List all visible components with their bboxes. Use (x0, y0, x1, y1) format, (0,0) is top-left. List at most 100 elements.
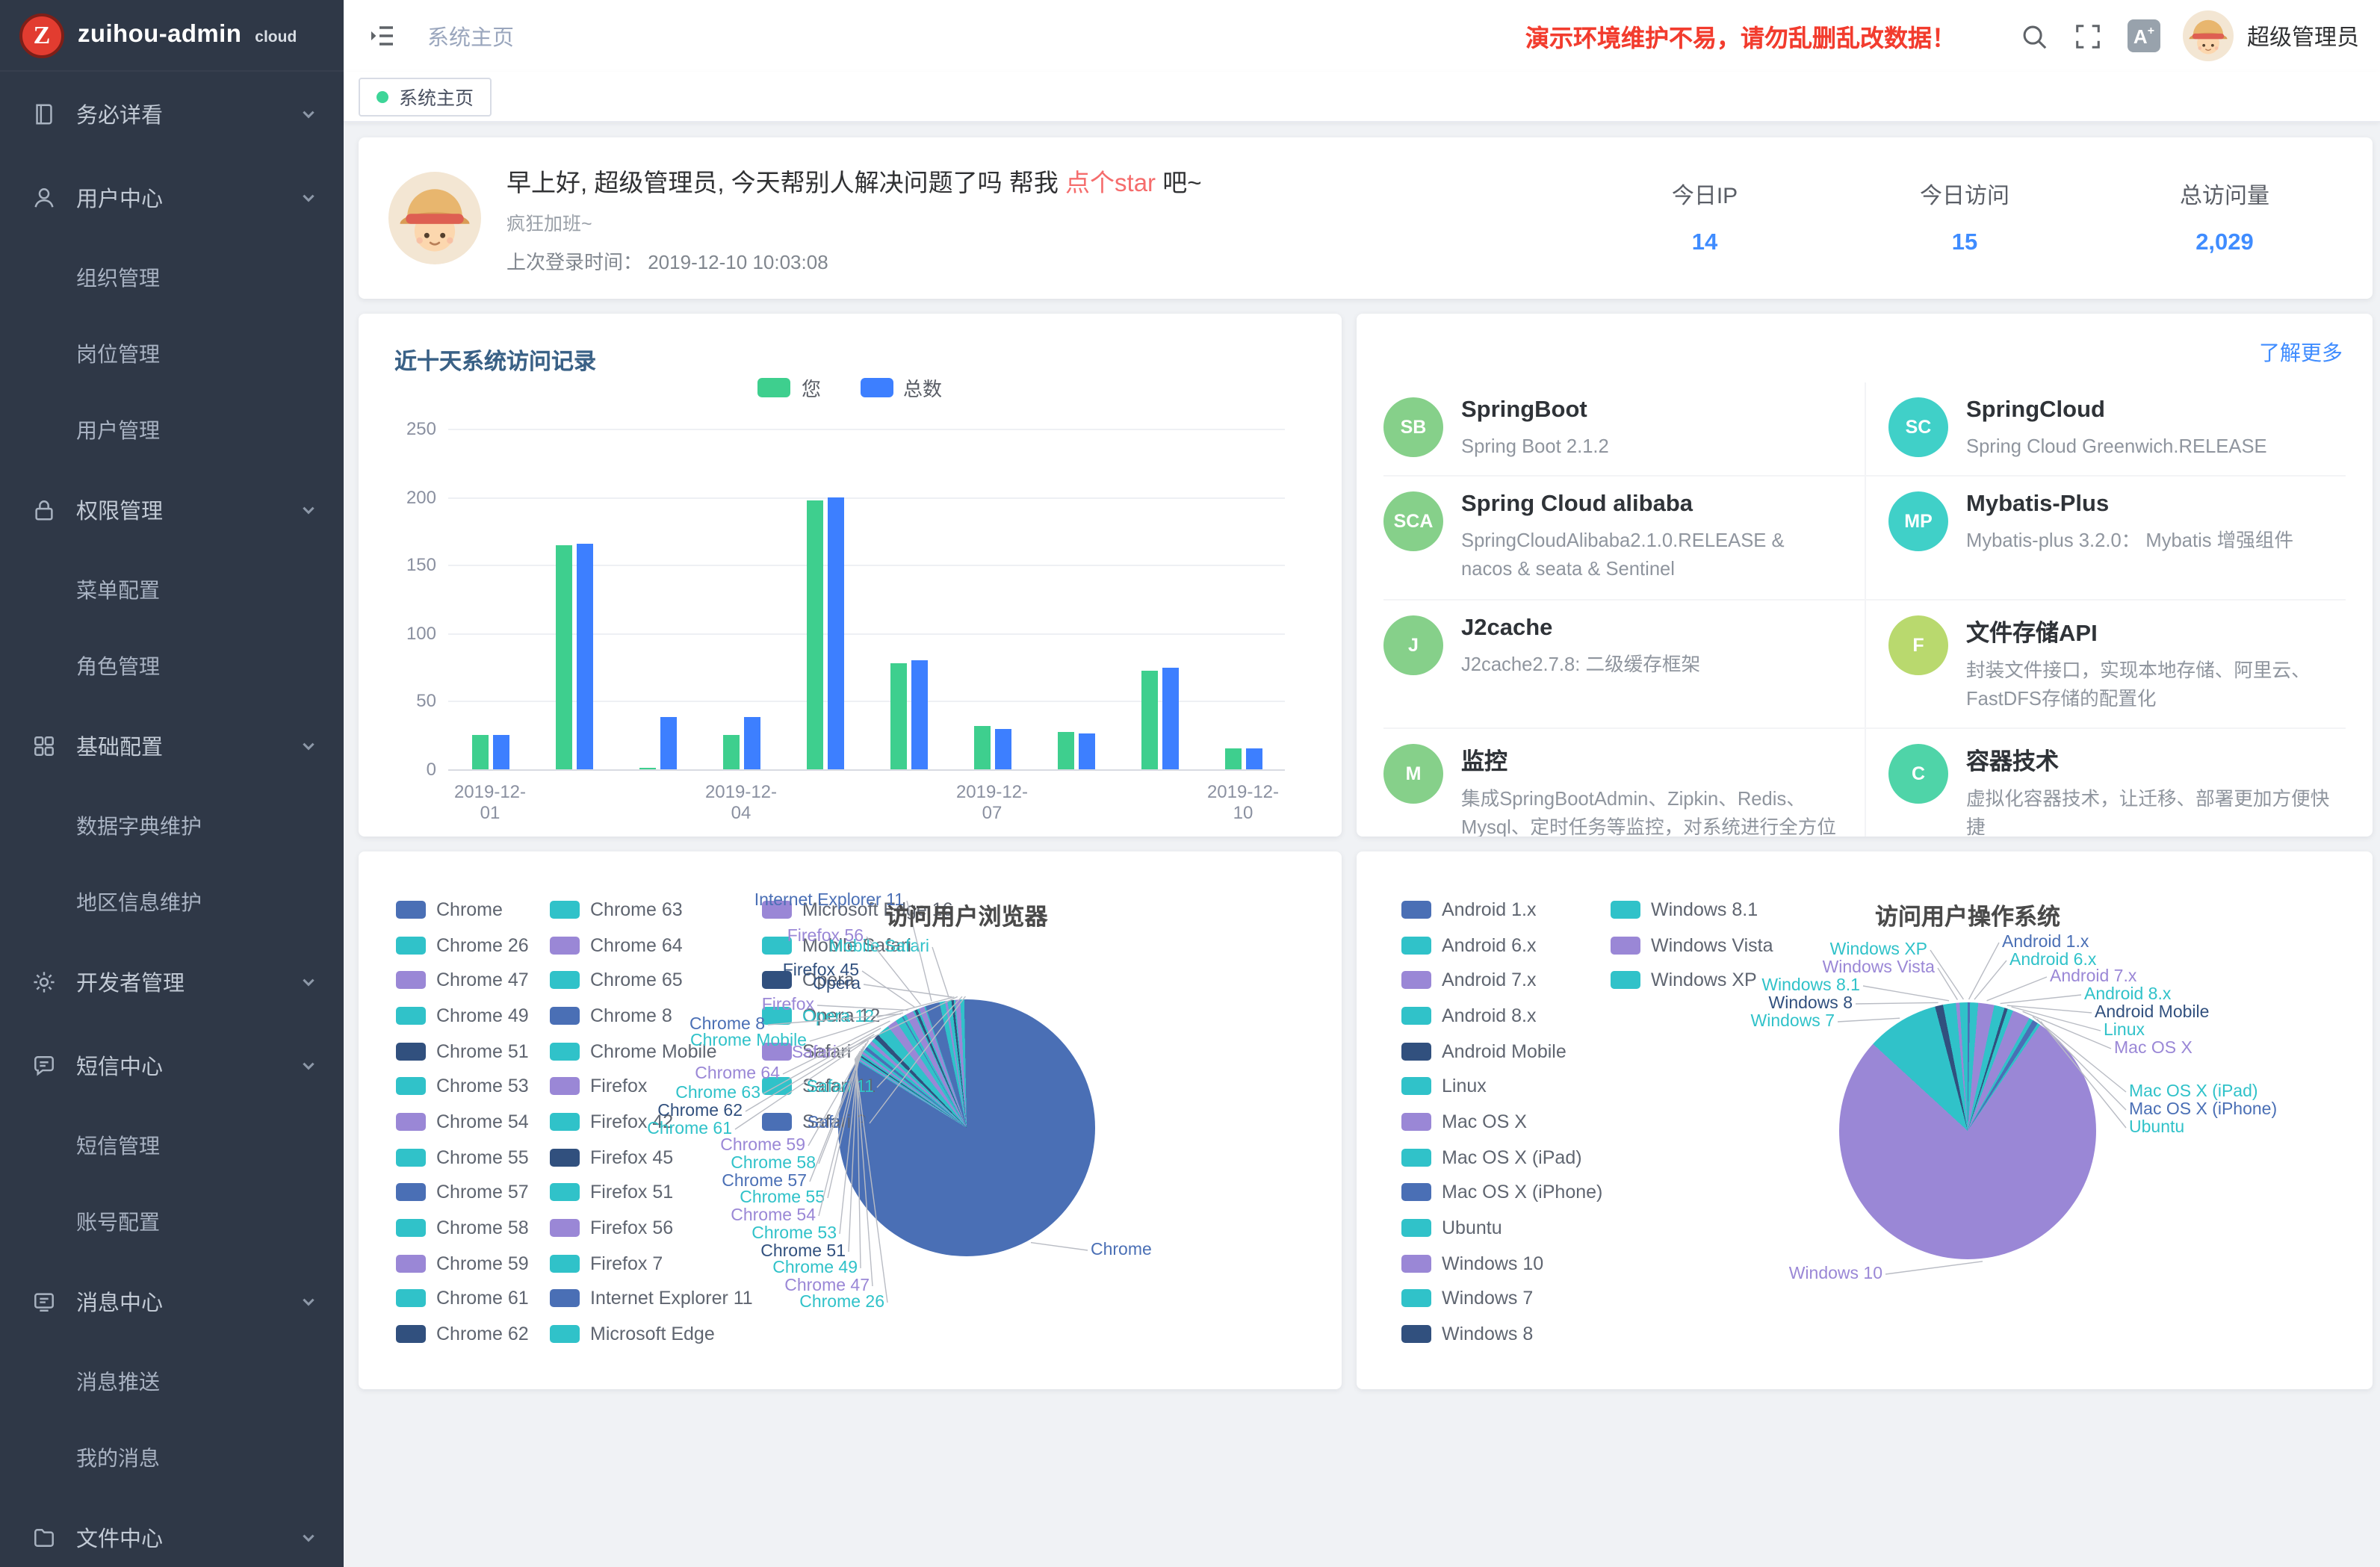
legend-label: Chrome 62 (436, 1324, 529, 1344)
sidebar-subitem[interactable]: 组织管理 (0, 239, 344, 315)
legend-item[interactable]: Android 1.x (1401, 892, 1602, 927)
legend-label: Firefox (590, 1076, 647, 1097)
pie-slice-label: Android Mobile (2095, 1004, 2209, 1022)
sidebar-subitem[interactable]: 消息推送 (0, 1343, 344, 1419)
legend-item[interactable]: Windows 7 (1401, 1281, 1602, 1316)
book-icon (31, 101, 57, 126)
legend-item-you[interactable]: 您 (758, 373, 821, 402)
legend-item[interactable]: Chrome 58 (396, 1210, 529, 1245)
legend-item[interactable]: Android 7.x (1401, 963, 1602, 998)
logo-icon: Z (19, 13, 64, 58)
greeting-title-pre: 早上好, 超级管理员, 今天帮别人解决问题了吗 帮我 (506, 170, 1065, 196)
legend-item[interactable]: Mac OS X (iPad) (1401, 1140, 1602, 1175)
legend-item[interactable]: Chrome 63 (550, 892, 753, 927)
sidebar-subitem[interactable]: 数据字典维护 (0, 787, 344, 863)
sidebar-subitem[interactable]: 我的消息 (0, 1419, 344, 1495)
bar (1224, 749, 1241, 769)
legend-item[interactable]: Windows 10 (1401, 1246, 1602, 1281)
sidebar-item-permission-mgmt[interactable]: 权限管理 (0, 468, 344, 551)
legend-label: Windows 8 (1442, 1324, 1533, 1344)
legend-item-total[interactable]: 总数 (860, 373, 942, 402)
legend-label: Windows 8.1 (1651, 899, 1758, 920)
sidebar-subitem[interactable]: 菜单配置 (0, 551, 344, 627)
legend-label: Android 7.x (1442, 969, 1536, 990)
app-logo[interactable]: Z zuihou-admin cloud (0, 0, 344, 72)
user-avatar-large (388, 172, 481, 264)
legend-item[interactable]: Windows XP (1611, 963, 1773, 998)
legend-item[interactable]: Chrome 55 (396, 1140, 529, 1175)
tech-badge: F (1888, 615, 1948, 674)
legend-item[interactable]: Chrome 57 (396, 1175, 529, 1210)
legend-item[interactable]: Chrome 64 (550, 927, 753, 962)
sidebar-item-base-config[interactable]: 基础配置 (0, 704, 344, 787)
sidebar-subitem[interactable]: 岗位管理 (0, 315, 344, 391)
tech-card: 了解更多 SBSpringBootSpring Boot 2.1.2SCSpri… (1357, 314, 2373, 837)
sidebar-item-label: 短信中心 (76, 1049, 300, 1081)
search-icon[interactable] (2020, 22, 2048, 50)
legend-item[interactable]: Chrome 54 (396, 1104, 529, 1139)
legend-item[interactable]: Chrome 53 (396, 1069, 529, 1104)
main-content: 早上好, 超级管理员, 今天帮别人解决问题了吗 帮我 点个star 吧~ 疯狂加… (344, 122, 2380, 1567)
legend-swatch (550, 1007, 580, 1025)
tech-item-title: SpringCloud (1966, 397, 2267, 424)
legend-item[interactable]: Windows 8 (1401, 1317, 1602, 1352)
sidebar-toggle-icon[interactable] (368, 21, 397, 51)
legend-item[interactable]: Android 8.x (1401, 998, 1602, 1033)
sidebar-item-must-read[interactable]: 务必详看 (0, 72, 344, 155)
legend-item[interactable]: Android Mobile (1401, 1034, 1602, 1069)
legend-label: Firefox 45 (590, 1146, 673, 1167)
legend-item[interactable]: Chrome 61 (396, 1281, 529, 1316)
legend-item[interactable]: Chrome 49 (396, 998, 529, 1033)
pie-slice-label: Mobile Safari (829, 938, 929, 956)
legend-item[interactable]: Chrome (396, 892, 529, 927)
legend-item[interactable]: Ubuntu (1401, 1210, 1602, 1245)
legend-label: Internet Explorer 11 (590, 1288, 753, 1309)
bar (576, 543, 592, 769)
user-avatar[interactable] (2183, 10, 2234, 61)
tech-item-desc: Spring Cloud Greenwich.RELEASE (1966, 432, 2267, 460)
sidebar-item-message-center[interactable]: 消息中心 (0, 1259, 344, 1343)
legend-item[interactable]: Internet Explorer 11 (550, 1281, 753, 1316)
legend-item[interactable]: Chrome 65 (550, 963, 753, 998)
lock-icon (31, 497, 57, 522)
legend-item[interactable]: Android 6.x (1401, 927, 1602, 962)
sidebar-subitem[interactable]: 短信管理 (0, 1107, 344, 1183)
legend-item[interactable]: Mac OS X (1401, 1104, 1602, 1139)
sidebar-subitem[interactable]: 账号配置 (0, 1183, 344, 1259)
sidebar-subitem[interactable]: 地区信息维护 (0, 863, 344, 940)
sidebar-item-user-center[interactable]: 用户中心 (0, 155, 344, 239)
tabs-bar: 系统主页 (344, 72, 2380, 122)
font-size-icon[interactable]: A+ (2128, 19, 2160, 52)
visits-legend: 您 总数 (359, 373, 1342, 402)
tech-item-info: J2cacheJ2cache2.7.8: 二级缓存框架 (1461, 615, 1700, 713)
username[interactable]: 超级管理员 (2247, 20, 2359, 52)
legend-item[interactable]: Linux (1401, 1069, 1602, 1104)
sidebar-subitem[interactable]: 用户管理 (0, 391, 344, 468)
legend-item[interactable]: Chrome 26 (396, 927, 529, 962)
legend-item[interactable]: Windows 8.1 (1611, 892, 1773, 927)
legend-item[interactable]: Chrome 59 (396, 1246, 529, 1281)
legend-item[interactable]: Firefox 7 (550, 1246, 753, 1281)
legend-item[interactable]: Windows Vista (1611, 927, 1773, 962)
star-link[interactable]: 点个star (1065, 170, 1156, 196)
sidebar-item-label: 开发者管理 (76, 966, 300, 997)
fullscreen-icon[interactable] (2074, 22, 2102, 50)
legend-item[interactable]: Chrome 62 (396, 1317, 529, 1352)
browser-chart-card: 访问用户浏览器 ChromeChrome 26Chrome 47Chrome 4… (359, 851, 1342, 1389)
pie-slice-label: Chrome 58 (731, 1155, 816, 1173)
tab-home[interactable]: 系统主页 (359, 77, 492, 116)
sidebar-item-sms-center[interactable]: 短信中心 (0, 1023, 344, 1107)
legend-item[interactable]: Mac OS X (iPhone) (1401, 1175, 1602, 1210)
legend-item[interactable]: Firefox 56 (550, 1210, 753, 1245)
learn-more-link[interactable]: 了解更多 (2259, 338, 2343, 367)
legend-item[interactable]: Microsoft Edge (550, 1317, 753, 1352)
sidebar-item-file-center[interactable]: 文件中心 (0, 1495, 344, 1567)
sidebar-item-developer-mgmt[interactable]: 开发者管理 (0, 940, 344, 1023)
legend-item[interactable]: Chrome 51 (396, 1034, 529, 1069)
legend-swatch (1401, 1113, 1431, 1131)
sidebar-subitem[interactable]: 角色管理 (0, 627, 344, 704)
legend-item[interactable]: Chrome 47 (396, 963, 529, 998)
pie-legend-column: Windows 8.1 Windows VistaWindows XP (1611, 892, 1773, 998)
bar (660, 718, 676, 769)
chevron-down-icon (300, 1293, 317, 1309)
